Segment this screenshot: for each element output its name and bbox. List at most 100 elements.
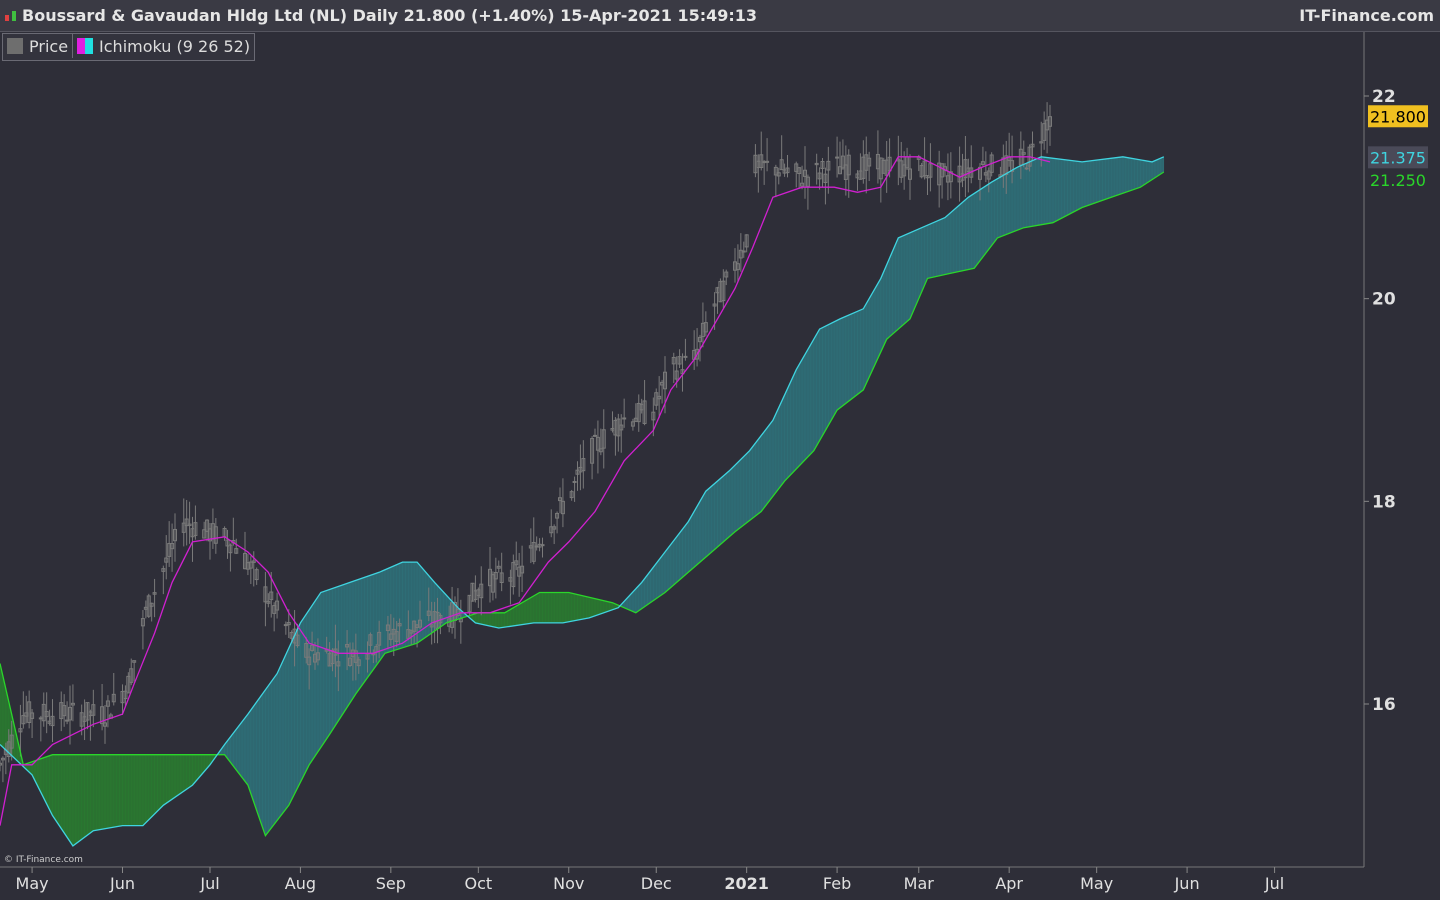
cloud-segment xyxy=(991,179,995,247)
cloud-segment xyxy=(588,596,593,619)
cloud-segment xyxy=(548,592,552,624)
chart-title: Boussard & Gavaudan Hldg Ltd (NL) Daily … xyxy=(22,6,758,25)
cloud-segment xyxy=(790,375,794,476)
price-candle xyxy=(593,434,597,437)
cloud-segment xyxy=(288,641,292,806)
cloud-segment xyxy=(270,676,275,830)
cloud-segment xyxy=(1055,158,1060,222)
y-tick-label: 18 xyxy=(1372,492,1396,512)
cloud-segment xyxy=(653,562,657,602)
legend-item-ichimoku[interactable]: Ichimoku (9 26 52) xyxy=(72,34,254,58)
cloud-segment xyxy=(886,258,890,340)
chart-header: Boussard & Gavaudan Hldg Ltd (NL) Daily … xyxy=(0,0,1440,32)
cloud-segment xyxy=(268,680,272,833)
price-candle xyxy=(835,156,840,159)
cloud-segment xyxy=(912,229,917,313)
legend-price-label: Price xyxy=(29,36,69,56)
chart-legend: Price Ichimoku (9 26 52) xyxy=(2,33,256,61)
cloud-segment xyxy=(603,600,607,614)
cloud-segment xyxy=(585,596,590,619)
y-tick-label: 22 xyxy=(1372,87,1396,107)
cloud-segment xyxy=(489,612,494,628)
cloud-segment xyxy=(927,223,931,279)
cloud-segment xyxy=(839,317,844,409)
cloud-segment xyxy=(75,754,80,845)
cloud-segment xyxy=(766,423,771,505)
price-candle xyxy=(683,355,688,358)
cloud-segment xyxy=(1160,156,1165,175)
cloud-segment xyxy=(1096,159,1100,203)
cloud-segment xyxy=(664,547,669,594)
cloud-segment xyxy=(863,302,867,390)
cloud-segment xyxy=(128,754,132,826)
cloud-segment xyxy=(650,566,654,604)
cloud-segment xyxy=(148,754,152,821)
x-tick-label: Dec xyxy=(641,874,672,893)
cloud-segment xyxy=(282,654,287,814)
cloud-segment xyxy=(816,327,820,447)
cloud-segment xyxy=(279,660,284,818)
cloud-segment xyxy=(104,754,109,829)
cloud-segment xyxy=(443,591,447,626)
cloud-segment xyxy=(898,236,902,330)
cloud-segment xyxy=(305,608,310,771)
cloud-segment xyxy=(536,592,540,624)
cloud-segment xyxy=(113,754,117,828)
cloud-segment xyxy=(793,369,797,473)
legend-item-price[interactable]: Price xyxy=(3,34,72,58)
cloud-segment xyxy=(43,756,47,805)
cloud-segment xyxy=(1108,157,1112,199)
cloud-segment xyxy=(81,754,85,840)
x-tick-label: 2021 xyxy=(724,874,769,893)
cloud-segment xyxy=(941,217,946,276)
cloud-segment xyxy=(731,464,736,535)
cloud-segment xyxy=(772,413,777,498)
cloud-segment xyxy=(714,480,718,551)
cloud-segment xyxy=(997,176,1001,239)
cloud-segment xyxy=(66,754,71,843)
price-marker-label: 21.250 xyxy=(1370,171,1426,190)
cloud-segment xyxy=(486,612,491,627)
cloud-segment xyxy=(533,593,537,624)
cloud-segment xyxy=(241,717,246,783)
cloud-segment xyxy=(921,226,925,293)
cloud-segment xyxy=(183,754,187,792)
cloud-segment xyxy=(402,561,406,649)
cloud-segment xyxy=(1128,157,1132,192)
cloud-segment xyxy=(90,754,94,834)
cloud-segment xyxy=(933,220,937,278)
x-tick-label: May xyxy=(1080,874,1113,893)
cloud-segment xyxy=(842,315,847,407)
cloud-segment xyxy=(743,452,747,526)
cloud-segment xyxy=(760,430,765,513)
cloud-segment xyxy=(180,754,185,794)
cloud-segment xyxy=(1125,156,1130,193)
cloud-segment xyxy=(273,672,278,826)
cloud-segment xyxy=(795,363,800,470)
cloud-segment xyxy=(63,754,68,839)
cloud-segment xyxy=(798,358,803,467)
cloud-segment xyxy=(1058,158,1062,221)
x-axis: May Jun Jul Aug Sep Oct Nov Dec 2021 Feb Mar Apr May… xyxy=(16,867,1284,893)
cloud-segment xyxy=(285,648,290,811)
cloud-segment xyxy=(116,754,120,827)
cloud-segment xyxy=(568,592,572,623)
cloud-segment xyxy=(804,348,809,461)
cloud-segment xyxy=(580,594,584,620)
cloud-segment xyxy=(518,602,523,626)
cloud-segment xyxy=(1093,159,1097,204)
cloud-segment xyxy=(1061,158,1065,219)
cloud-segment xyxy=(1119,156,1124,195)
cloud-segment xyxy=(1140,159,1144,188)
cloud-segment xyxy=(1134,158,1138,190)
cloud-segment xyxy=(565,592,570,623)
x-tick-label: Jul xyxy=(1264,874,1284,893)
cloud-segment xyxy=(880,271,885,352)
cloud-segment xyxy=(851,312,855,400)
cloud-segment xyxy=(982,185,987,258)
cloud-segment xyxy=(583,595,587,620)
ichimoku-swatch-icon xyxy=(77,38,94,54)
ichimoku-chart[interactable]: 16 18 20 22 May Jun Jul Aug Sep Oct Nov Dec 2021 Feb… xyxy=(0,0,1440,900)
cloud-segment xyxy=(475,612,479,624)
cloud-segment xyxy=(550,592,555,624)
